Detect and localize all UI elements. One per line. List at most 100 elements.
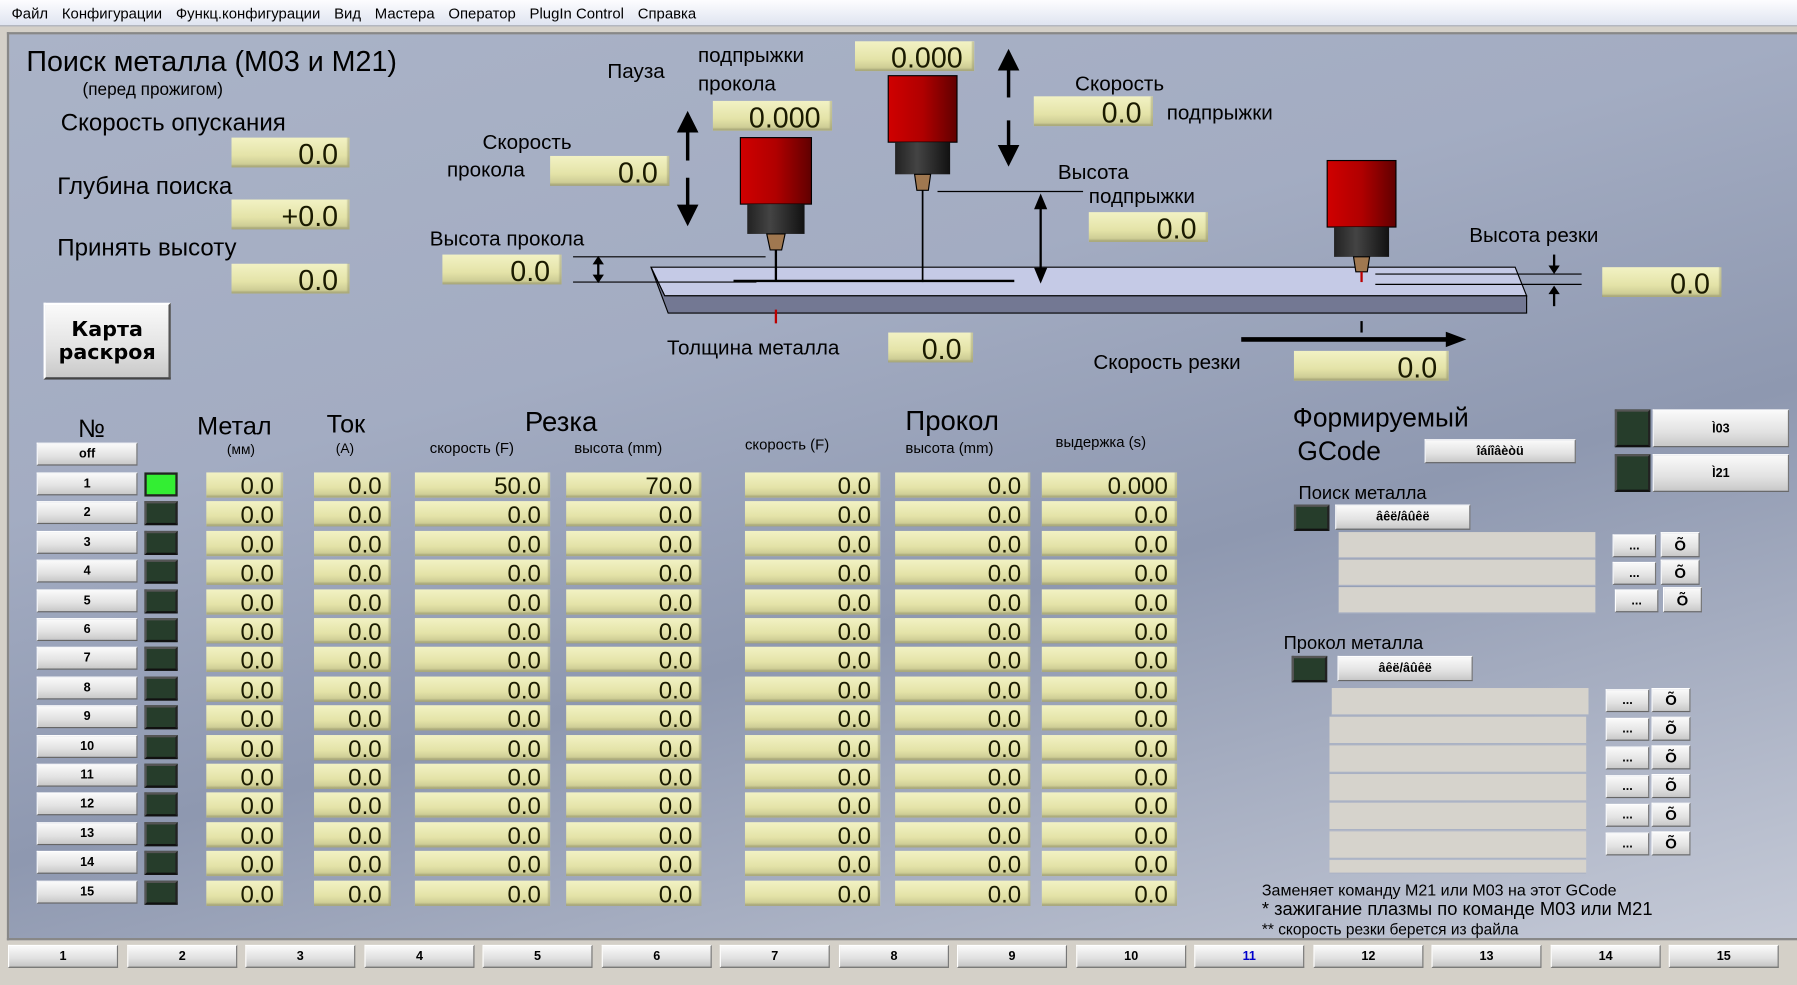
browse-button[interactable]: ... — [1605, 832, 1650, 856]
delay-field[interactable]: 0.0 — [1041, 618, 1178, 644]
refresh-button[interactable]: îáíîâèòü — [1424, 439, 1576, 464]
pierce-height-field[interactable]: 0.0 — [895, 705, 1031, 731]
delay-field[interactable]: 0.0 — [1041, 822, 1178, 848]
pierce-height-field[interactable]: 0.0 — [895, 735, 1031, 761]
search-metal-toggle-button[interactable]: âêë/âûêë — [1335, 504, 1471, 530]
delay-field[interactable]: 0.0 — [1041, 646, 1178, 672]
metal-field[interactable]: 0.0 — [206, 792, 284, 818]
pierce-speed-field[interactable]: 0.0 — [744, 530, 881, 557]
cut-height-field[interactable]: 0.0 — [566, 850, 702, 877]
cut-height-field[interactable]: 0.0 — [566, 501, 702, 527]
cut-height-field[interactable]: 70.0 — [566, 472, 702, 498]
cut-speed-field[interactable]: 0.0 — [414, 763, 551, 789]
pierce-jump-pause-field[interactable]: 0.000 — [712, 100, 833, 131]
pierce-metal-toggle-button[interactable]: âêë/âûêë — [1337, 655, 1473, 682]
preset-select-button[interactable]: 7 — [36, 646, 138, 670]
tab-15[interactable]: 15 — [1668, 944, 1779, 968]
tab-4[interactable]: 4 — [364, 944, 475, 968]
current-field[interactable]: 0.0 — [314, 559, 391, 585]
delay-field[interactable]: 0.0 — [1041, 676, 1178, 702]
pierce-speed-field[interactable]: 0.0 — [744, 646, 881, 672]
pierce-height-field[interactable]: 0.0 — [895, 850, 1031, 877]
preset-select-button[interactable]: 13 — [36, 822, 138, 846]
pierce-height-field[interactable]: 0.0 — [895, 472, 1031, 498]
m21-button[interactable]: Ì21 — [1652, 454, 1790, 492]
cut-speed-field[interactable]: 0.0 — [414, 735, 551, 761]
metal-field[interactable]: 0.0 — [206, 589, 284, 615]
delay-field[interactable]: 0.0 — [1041, 735, 1178, 761]
jump-speed-field[interactable]: 0.0 — [1033, 96, 1153, 127]
pierce-speed-field[interactable]: 0.0 — [744, 763, 881, 789]
pierce-height-field[interactable]: 0.0 — [895, 501, 1031, 527]
delay-field[interactable]: 0.0 — [1041, 850, 1178, 877]
pause-field[interactable]: 0.000 — [854, 41, 975, 72]
delay-field[interactable]: 0.0 — [1041, 792, 1178, 818]
browse-button[interactable]: ... — [1605, 746, 1650, 770]
preset-select-button[interactable]: 2 — [36, 501, 138, 525]
tab-14[interactable]: 14 — [1550, 944, 1661, 968]
cut-speed-field[interactable]: 0.0 — [414, 589, 551, 615]
cut-speed-field[interactable]: 0.0 — [1293, 350, 1449, 381]
preset-select-button[interactable]: 9 — [36, 705, 138, 729]
search-gcode-input[interactable] — [1338, 559, 1596, 586]
pierce-speed-field[interactable]: 0.0 — [744, 589, 881, 615]
pierce-height-field[interactable]: 0.0 — [895, 792, 1031, 818]
tab-6[interactable]: 6 — [601, 944, 712, 968]
clear-button[interactable]: Õ — [1660, 532, 1700, 558]
cut-speed-field[interactable]: 0.0 — [414, 530, 551, 557]
cut-height-field[interactable]: 0.0 — [566, 880, 702, 906]
pierce-height-field[interactable]: 0.0 — [895, 880, 1031, 906]
pierce-gcode-input[interactable] — [1329, 716, 1587, 745]
cut-speed-field[interactable]: 0.0 — [414, 618, 551, 644]
pierce-speed-field[interactable]: 0.0 — [744, 705, 881, 731]
clear-button[interactable]: Õ — [1651, 774, 1691, 799]
tab-9[interactable]: 9 — [956, 944, 1068, 968]
metal-field[interactable]: 0.0 — [206, 676, 284, 702]
pierce-gcode-input[interactable] — [1329, 774, 1587, 802]
metal-field[interactable]: 0.0 — [206, 880, 284, 906]
metal-field[interactable]: 0.0 — [206, 763, 284, 789]
tab-7[interactable]: 7 — [719, 944, 830, 968]
cut-height-field[interactable]: 0.0 — [566, 822, 702, 848]
metal-field[interactable]: 0.0 — [206, 735, 284, 761]
cut-speed-field[interactable]: 0.0 — [414, 559, 551, 585]
metal-field[interactable]: 0.0 — [206, 618, 284, 644]
browse-button[interactable]: ... — [1605, 803, 1650, 827]
current-field[interactable]: 0.0 — [314, 880, 391, 906]
pierce-speed-field[interactable]: 0.0 — [550, 155, 670, 186]
tab-1[interactable]: 1 — [8, 944, 119, 968]
pierce-gcode-input[interactable] — [1329, 831, 1587, 859]
delay-field[interactable]: 0.0 — [1041, 880, 1178, 906]
preset-select-button[interactable]: 10 — [36, 735, 138, 758]
preset-select-button[interactable]: 4 — [36, 559, 138, 583]
metal-field[interactable]: 0.0 — [206, 646, 284, 672]
pierce-speed-field[interactable]: 0.0 — [744, 676, 881, 702]
current-field[interactable]: 0.0 — [314, 822, 391, 848]
tab-3[interactable]: 3 — [245, 944, 356, 968]
cut-height-field[interactable]: 0.0 — [566, 676, 702, 702]
pierce-speed-field[interactable]: 0.0 — [744, 880, 881, 906]
tab-13[interactable]: 13 — [1431, 944, 1542, 968]
clear-button[interactable]: Õ — [1662, 587, 1702, 613]
pierce-gcode-input[interactable] — [1331, 688, 1589, 716]
current-field[interactable]: 0.0 — [314, 589, 391, 615]
browse-button[interactable]: ... — [1605, 717, 1650, 741]
cut-height-field[interactable]: 0.0 — [566, 763, 702, 789]
cut-height-field[interactable]: 0.0 — [566, 646, 702, 672]
current-field[interactable]: 0.0 — [314, 792, 391, 818]
pierce-height-field[interactable]: 0.0 — [895, 676, 1031, 702]
pierce-speed-field[interactable]: 0.0 — [744, 501, 881, 527]
pierce-speed-field[interactable]: 0.0 — [744, 850, 881, 877]
cut-speed-field[interactable]: 0.0 — [414, 822, 551, 848]
cut-height-field[interactable]: 0.0 — [566, 735, 702, 761]
metal-field[interactable]: 0.0 — [206, 559, 284, 585]
pierce-gcode-input[interactable] — [1329, 745, 1587, 773]
clear-button[interactable]: Õ — [1651, 802, 1691, 827]
metal-field[interactable]: 0.0 — [206, 822, 284, 848]
current-field[interactable]: 0.0 — [314, 705, 391, 731]
pierce-speed-field[interactable]: 0.0 — [744, 822, 881, 848]
pierce-speed-field[interactable]: 0.0 — [744, 618, 881, 644]
preset-select-button[interactable]: 8 — [36, 676, 138, 700]
delay-field[interactable]: 0.0 — [1041, 559, 1178, 585]
cut-speed-field[interactable]: 0.0 — [414, 792, 551, 818]
